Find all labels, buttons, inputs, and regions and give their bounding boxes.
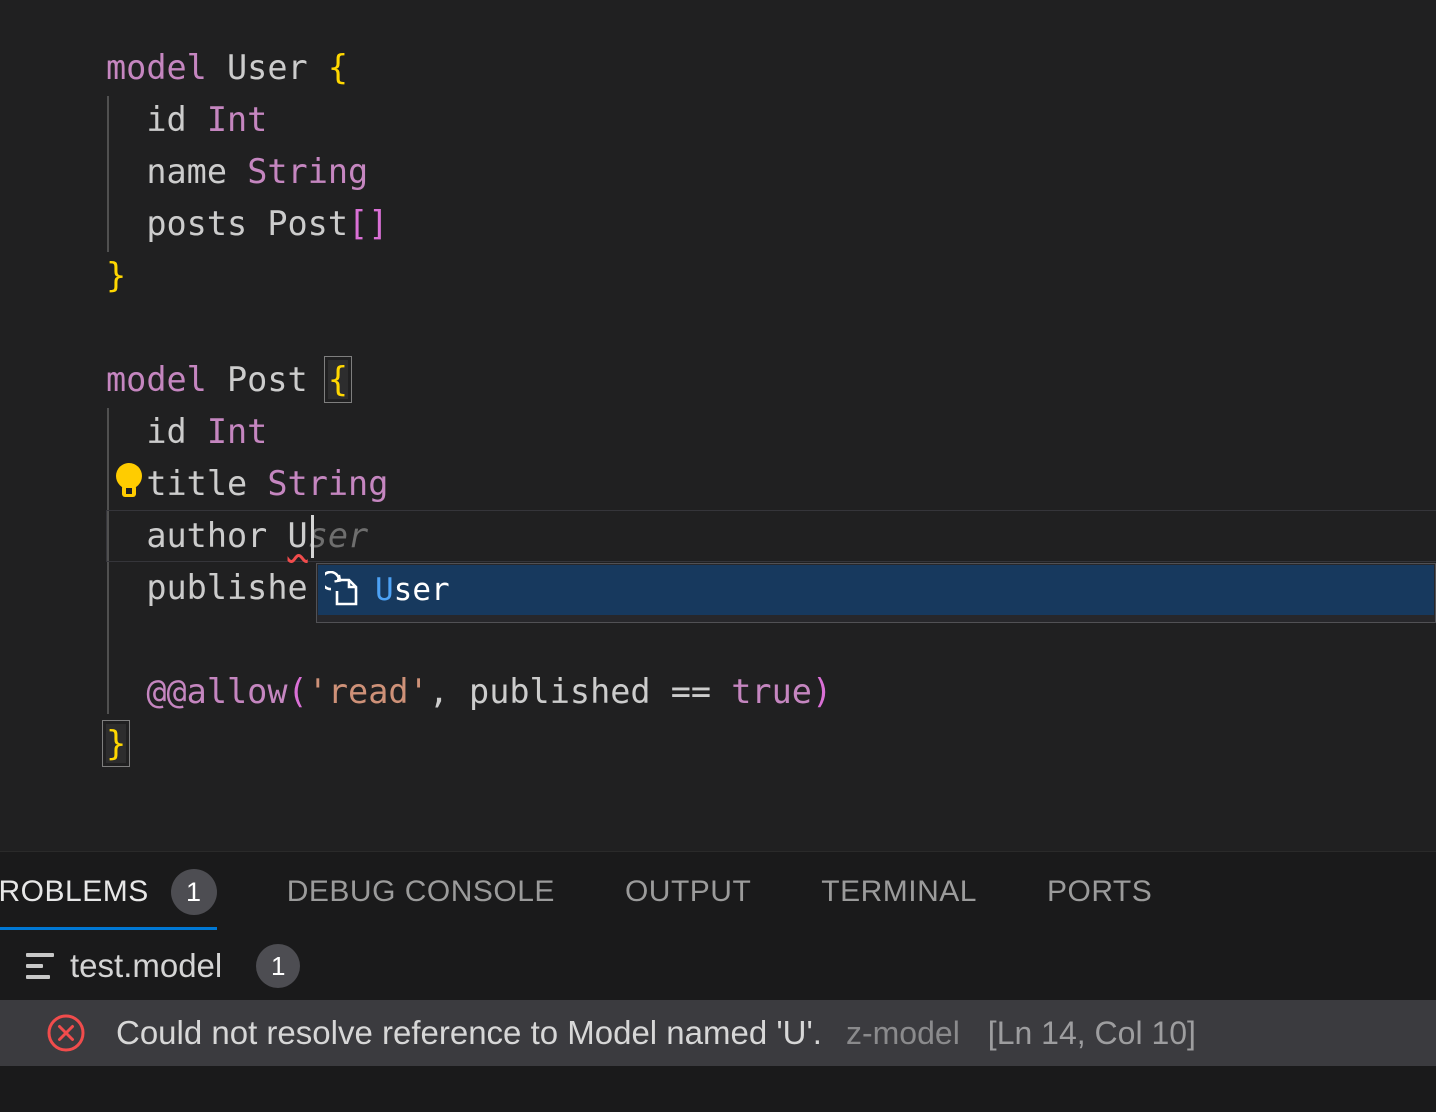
code-token: U: [288, 516, 308, 555]
code-line[interactable]: [106, 302, 832, 354]
code-line[interactable]: model Post {: [106, 354, 832, 406]
code-token: model: [106, 48, 227, 87]
code-token: ): [812, 672, 832, 711]
tab-problems-label: PROBLEMS: [0, 875, 149, 909]
suggestion-label: User: [375, 572, 450, 608]
code-token: publishe: [106, 568, 308, 607]
tab-problems[interactable]: PROBLEMS 1: [0, 852, 217, 932]
error-icon: [46, 1013, 86, 1053]
code-token: String: [267, 464, 388, 503]
code-line[interactable]: name String: [106, 146, 832, 198]
code-token: {: [328, 48, 348, 87]
code-token: true: [731, 672, 812, 711]
code-line[interactable]: id Int: [106, 94, 832, 146]
error-message: Could not resolve reference to Model nam…: [116, 1014, 822, 1052]
code-line[interactable]: model User {: [106, 42, 832, 94]
code-token: }: [106, 256, 126, 295]
code-token: }: [106, 724, 126, 763]
error-source: z-model: [846, 1015, 960, 1052]
problems-file-name: test.model: [70, 947, 222, 985]
code-token: 'read': [308, 672, 429, 711]
tab-ports[interactable]: PORTS: [1047, 852, 1152, 932]
code-line[interactable]: title String: [106, 458, 832, 510]
text-cursor: [311, 515, 314, 558]
code-line[interactable]: }: [106, 250, 832, 302]
code-token: , published ==: [429, 672, 732, 711]
bottom-panel: PROBLEMS 1 DEBUG CONSOLE OUTPUT TERMINAL…: [0, 851, 1436, 1112]
editor-pane[interactable]: model User { id Int name String posts Po…: [0, 0, 1436, 851]
problems-file-group[interactable]: test.model 1: [0, 932, 1436, 1000]
code-token: String: [247, 152, 368, 191]
code-line[interactable]: }: [106, 718, 832, 770]
file-problems-count-badge: 1: [256, 944, 300, 988]
code-token: posts Post: [106, 204, 348, 243]
code-token: model: [106, 360, 227, 399]
file-icon: [26, 953, 54, 979]
code-token: Int: [207, 100, 268, 139]
error-location: [Ln 14, Col 10]: [988, 1015, 1196, 1052]
code-token: Post: [227, 360, 328, 399]
reference-symbol-icon: [325, 571, 363, 609]
panel-tab-bar: PROBLEMS 1 DEBUG CONSOLE OUTPUT TERMINAL…: [0, 852, 1436, 932]
code-token: @@allow: [146, 672, 287, 711]
code-line[interactable]: @@allow('read', published == true): [106, 666, 832, 718]
code-token: Int: [207, 412, 268, 451]
code-token: id: [106, 412, 207, 451]
autocomplete-suggestion-user[interactable]: User: [318, 565, 1434, 615]
code-action-lightbulb-icon[interactable]: [111, 461, 147, 499]
code-token: (: [288, 672, 308, 711]
code-line[interactable]: author User: [106, 510, 832, 562]
tab-debug-console[interactable]: DEBUG CONSOLE: [287, 852, 555, 932]
code-content[interactable]: model User { id Int name String posts Po…: [106, 42, 832, 770]
problems-count-badge: 1: [171, 869, 217, 915]
code-token: {: [328, 360, 348, 399]
code-token: id: [106, 100, 207, 139]
problem-error-row[interactable]: Could not resolve reference to Model nam…: [0, 1000, 1436, 1066]
code-line[interactable]: id Int: [106, 406, 832, 458]
code-token: author: [106, 516, 288, 555]
code-token: User: [227, 48, 328, 87]
code-token: [106, 672, 146, 711]
tab-output[interactable]: OUTPUT: [625, 852, 751, 932]
code-token: []: [348, 204, 388, 243]
vscode-window: model User { id Int name String posts Po…: [0, 0, 1436, 1112]
autocomplete-popup: User: [316, 563, 1436, 623]
code-token: ser: [308, 516, 369, 555]
tab-terminal[interactable]: TERMINAL: [821, 852, 977, 932]
code-token: name: [106, 152, 247, 191]
code-line[interactable]: posts Post[]: [106, 198, 832, 250]
